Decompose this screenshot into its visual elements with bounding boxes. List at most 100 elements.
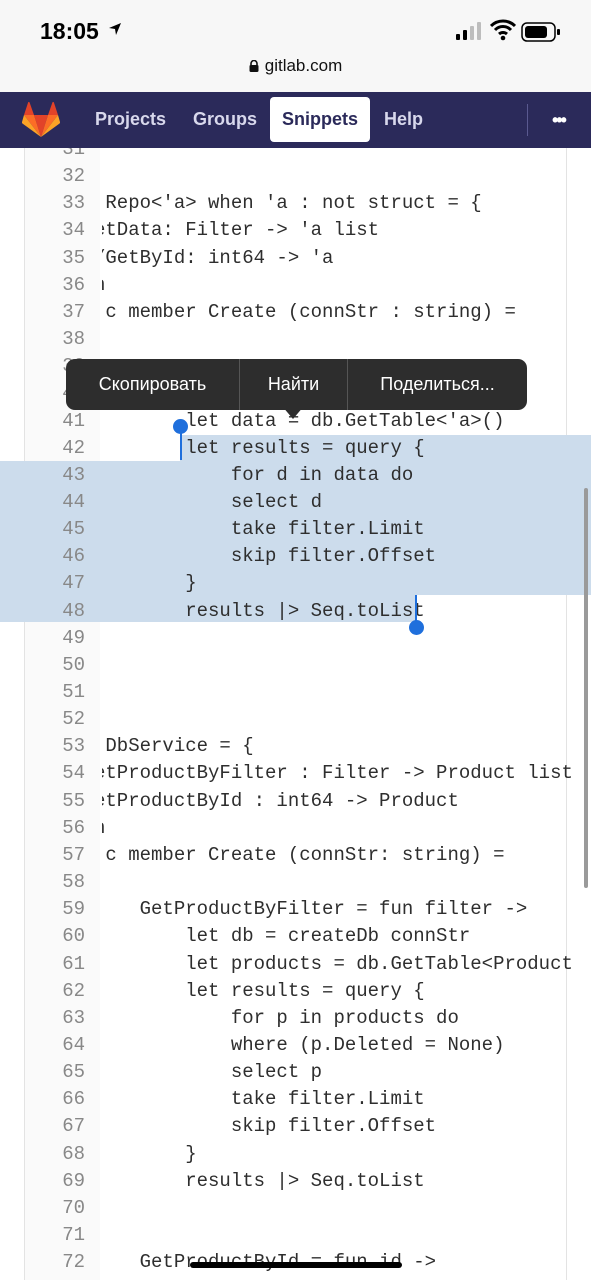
code-text-content: .c member Create (connStr: string) = xyxy=(102,843,505,866)
line-number[interactable]: 59 xyxy=(25,896,85,923)
line-number[interactable]: 52 xyxy=(25,706,85,733)
code-line: 66 take filter.Limit xyxy=(0,1086,591,1113)
line-number[interactable]: 58 xyxy=(25,869,85,896)
code-line: 67 skip filter.Offset xyxy=(0,1113,591,1140)
line-number[interactable]: 66 xyxy=(25,1086,85,1113)
line-number[interactable]: 65 xyxy=(25,1059,85,1086)
code-text-content: let results = query { xyxy=(102,979,425,1002)
nav-help[interactable]: Help xyxy=(372,97,435,142)
code-text-content: let products = db.GetTable<Product> xyxy=(102,952,572,975)
code-line: 51 xyxy=(0,679,591,706)
line-number[interactable]: 41 xyxy=(25,408,85,435)
line-number[interactable]: 55 xyxy=(25,788,85,815)
ellipsis-icon[interactable]: ••• xyxy=(552,110,567,131)
line-number[interactable]: 36 xyxy=(25,272,85,299)
code-line: 57 .c member Create (connStr: string) = xyxy=(0,842,591,869)
code-line: 37 .c member Create (connStr : string) = xyxy=(0,299,591,326)
line-number[interactable]: 44 xyxy=(25,489,85,516)
line-number[interactable]: 45 xyxy=(25,516,85,543)
code-line: 59 GetProductByFilter = fun filter -> xyxy=(0,896,591,923)
code-text: let products = db.GetTable<Product> xyxy=(102,951,572,978)
line-number[interactable]: 42 xyxy=(25,435,85,462)
location-arrow-icon xyxy=(108,22,122,41)
line-number[interactable]: 34 xyxy=(25,217,85,244)
line-number[interactable]: 37 xyxy=(25,299,85,326)
line-number[interactable]: 53 xyxy=(25,733,85,760)
code-line: 42 let results = query { xyxy=(0,435,591,462)
code-text: /GetById: int64 -> 'a xyxy=(102,245,572,272)
line-number[interactable]: 54 xyxy=(25,760,85,787)
code-line: 38 xyxy=(0,326,591,353)
code-text-content: h xyxy=(102,817,105,839)
line-number[interactable]: 31 xyxy=(25,148,85,163)
code-line: 61 let products = db.GetTable<Product> xyxy=(0,951,591,978)
selection-end-handle-knob[interactable] xyxy=(409,620,424,635)
nav-snippets[interactable]: Snippets xyxy=(270,97,371,142)
url-bar[interactable]: gitlab.com xyxy=(0,56,591,76)
code-line: 53 DbService = { xyxy=(0,733,591,760)
code-text-content: } xyxy=(102,1142,197,1165)
line-number[interactable]: 51 xyxy=(25,679,85,706)
line-number[interactable]: 61 xyxy=(25,951,85,978)
line-number[interactable]: 56 xyxy=(25,815,85,842)
code-line: 58 xyxy=(0,869,591,896)
home-indicator[interactable] xyxy=(190,1262,402,1268)
line-number[interactable]: 48 xyxy=(25,598,85,625)
line-number[interactable]: 70 xyxy=(25,1195,85,1222)
code-text: } xyxy=(102,1141,572,1168)
line-number[interactable]: 68 xyxy=(25,1141,85,1168)
line-number[interactable]: 50 xyxy=(25,652,85,679)
code-line: 46 skip filter.Offset xyxy=(0,543,591,570)
code-line: 33 Repo<'a> when 'a : not struct = { xyxy=(0,190,591,217)
code-text: skip filter.Offset xyxy=(102,543,572,570)
line-number[interactable]: 60 xyxy=(25,923,85,950)
line-number[interactable]: 62 xyxy=(25,978,85,1005)
code-text-content: etProductByFilter : Filter -> Product li… xyxy=(102,762,572,785)
line-number[interactable]: 57 xyxy=(25,842,85,869)
line-number[interactable]: 49 xyxy=(25,625,85,652)
selection-start-handle-knob[interactable] xyxy=(173,419,188,434)
line-number[interactable]: 35 xyxy=(25,245,85,272)
line-number[interactable]: 72 xyxy=(25,1249,85,1276)
code-text: GetProductByFilter = fun filter -> xyxy=(102,896,572,923)
code-text-content: for d in data do xyxy=(102,463,414,486)
line-number[interactable]: 33 xyxy=(25,190,85,217)
code-line: 50 xyxy=(0,652,591,679)
line-number[interactable]: 71 xyxy=(25,1222,85,1249)
lock-icon xyxy=(249,57,259,72)
nav-groups[interactable]: Groups xyxy=(181,97,269,142)
snippet-code-viewer[interactable]: 31 32 33 Repo<'a> when 'a : not struct = {… xyxy=(0,148,591,1280)
line-number[interactable]: 32 xyxy=(25,163,85,190)
line-number[interactable]: 69 xyxy=(25,1168,85,1195)
nav-projects[interactable]: Projects xyxy=(83,97,178,142)
line-number[interactable]: 64 xyxy=(25,1032,85,1059)
line-number[interactable]: 46 xyxy=(25,543,85,570)
vertical-scrollbar[interactable] xyxy=(584,488,588,888)
menu-find[interactable]: Найти xyxy=(240,359,347,410)
line-number[interactable]: 38 xyxy=(25,326,85,353)
battery-icon xyxy=(521,22,561,42)
line-number[interactable]: 47 xyxy=(25,570,85,597)
line-number[interactable]: 43 xyxy=(25,462,85,489)
code-line: 68 } xyxy=(0,1141,591,1168)
menu-share[interactable]: Поделиться... xyxy=(348,359,527,410)
code-text: let db = createDb connStr xyxy=(102,923,572,950)
code-text-content: select p xyxy=(102,1061,323,1084)
code-line: 71 xyxy=(0,1222,591,1249)
code-text-content: /GetById: int64 -> 'a xyxy=(102,246,334,269)
menu-copy[interactable]: Скопировать xyxy=(66,359,239,410)
code-text-content: etProductById : int64 -> Product xyxy=(102,789,459,812)
code-text: skip filter.Offset xyxy=(102,1113,572,1140)
code-text: take filter.Limit xyxy=(102,516,572,543)
code-line: 35/GetById: int64 -> 'a xyxy=(0,245,591,272)
code-line: 49 xyxy=(0,625,591,652)
code-text: select d xyxy=(102,489,572,516)
line-number[interactable]: 63 xyxy=(25,1005,85,1032)
code-text: h xyxy=(102,272,572,299)
gitlab-navbar: Projects Groups Snippets Help ••• xyxy=(0,92,591,148)
line-number[interactable]: 67 xyxy=(25,1113,85,1140)
code-text: Repo<'a> when 'a : not struct = { xyxy=(102,190,572,217)
context-menu-pointer xyxy=(282,406,304,419)
gitlab-fox-icon[interactable] xyxy=(21,101,61,138)
code-text-content: results |> Seq.toList xyxy=(102,599,425,622)
